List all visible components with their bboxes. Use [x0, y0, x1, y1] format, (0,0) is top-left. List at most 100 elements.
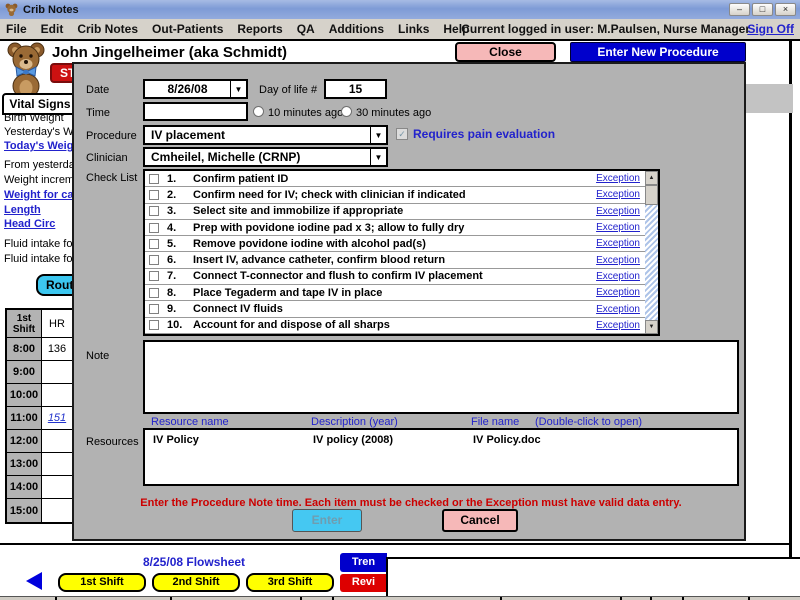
- checklist-checkbox[interactable]: [149, 271, 159, 282]
- exception-link[interactable]: Exception: [596, 189, 640, 200]
- menu-file[interactable]: File: [6, 22, 27, 36]
- teddy-bear-icon: [5, 3, 18, 16]
- previous-day-arrow-icon[interactable]: [26, 572, 42, 590]
- enter-button[interactable]: Enter: [292, 509, 362, 532]
- close-button[interactable]: Close: [455, 42, 556, 62]
- flowsheet-hr-cell[interactable]: [42, 430, 72, 453]
- table-row: 15:00: [7, 499, 72, 522]
- enter-new-procedure-button[interactable]: Enter New Procedure: [570, 42, 746, 62]
- sidebar-link-length[interactable]: Length: [4, 204, 41, 216]
- overlapping-panel: [386, 557, 800, 596]
- checklist-checkbox[interactable]: [149, 287, 159, 298]
- resource-row[interactable]: IV Policy IV policy (2008) IV Policy.doc: [145, 430, 737, 448]
- radio-30-label: 30 minutes ago: [356, 107, 432, 119]
- clinician-label: Clinician: [86, 152, 128, 164]
- exception-link[interactable]: Exception: [596, 320, 640, 331]
- review-button[interactable]: Revi: [340, 574, 387, 592]
- table-row: 10:00: [7, 384, 72, 407]
- menu-reports[interactable]: Reports: [237, 22, 282, 36]
- time-input[interactable]: [143, 102, 248, 121]
- checklist-checkbox[interactable]: [149, 189, 159, 200]
- flowsheet-hr-cell[interactable]: [42, 361, 72, 384]
- exception-link[interactable]: Exception: [596, 304, 640, 315]
- flowsheet-time-cell: 9:00: [7, 361, 42, 384]
- checklist-checkbox[interactable]: [149, 206, 159, 217]
- scroll-up-icon[interactable]: ▲: [645, 171, 658, 185]
- table-row: 11:00 151: [7, 407, 72, 430]
- lower-table-edge: [0, 596, 800, 600]
- minimize-button-icon[interactable]: –: [729, 3, 750, 16]
- clinician-dropdown[interactable]: Cmheilel, Michelle (CRNP) ▼: [143, 147, 388, 167]
- checklist-row: 8. Place Tegaderm and tape IV in place E…: [145, 285, 658, 302]
- scrollbar-thumb[interactable]: [645, 185, 658, 205]
- checklist-row: 2. Confirm need for IV; check with clini…: [145, 187, 658, 204]
- radio-30-minutes-ago[interactable]: [341, 106, 352, 117]
- third-shift-button[interactable]: 3rd Shift: [246, 573, 334, 592]
- exception-link[interactable]: Exception: [596, 173, 640, 184]
- sidebar-link-head-circ[interactable]: Head Circ: [4, 218, 55, 230]
- exception-link[interactable]: Exception: [596, 287, 640, 298]
- checklist-scrollbar[interactable]: ▲ ▼: [645, 171, 658, 334]
- checklist-checkbox[interactable]: [149, 304, 159, 315]
- checklist-item-text: Select site and immobilize if appropriat…: [193, 205, 404, 218]
- maximize-button-icon[interactable]: □: [752, 3, 773, 16]
- checklist-row: 7. Connect T-connector and flush to conf…: [145, 269, 658, 286]
- menu-additions[interactable]: Additions: [329, 22, 384, 36]
- exception-link[interactable]: Exception: [596, 206, 640, 217]
- flowsheet-hr-cell[interactable]: [42, 499, 72, 522]
- checklist-checkbox[interactable]: [149, 238, 159, 249]
- checklist-item-text: Confirm need for IV; check with clinicia…: [193, 188, 466, 201]
- checklist-item-text: Place Tegaderm and tape IV in place: [193, 286, 383, 299]
- resource-file-header: File name: [471, 416, 520, 428]
- menu-qa[interactable]: QA: [297, 22, 315, 36]
- chevron-down-icon: ▼: [370, 149, 386, 165]
- menu-out-patients[interactable]: Out-Patients: [152, 22, 223, 36]
- flowsheet-time-cell: 12:00: [7, 430, 42, 453]
- flowsheet-time-cell: 8:00: [7, 338, 42, 361]
- close-window-button-icon[interactable]: ×: [775, 3, 796, 16]
- checklist-checkbox[interactable]: [149, 222, 159, 233]
- sign-off-link[interactable]: Sign Off: [747, 22, 794, 36]
- radio-10-minutes-ago[interactable]: [253, 106, 264, 117]
- date-value: 8/26/08: [167, 82, 208, 96]
- flowsheet-date-title: 8/25/08 Flowsheet: [143, 555, 246, 569]
- teddy-bear-logo: [7, 42, 45, 99]
- checklist-checkbox[interactable]: [149, 255, 159, 266]
- exception-link[interactable]: Exception: [596, 271, 640, 282]
- date-combobox[interactable]: 8/26/08 ▼: [143, 79, 248, 99]
- cancel-button[interactable]: Cancel: [442, 509, 518, 532]
- footer-divider: [0, 543, 791, 545]
- flowsheet-hr-cell[interactable]: [42, 476, 72, 499]
- flowsheet-hr-cell[interactable]: [42, 384, 72, 407]
- flowsheet-time-cell: 15:00: [7, 499, 42, 522]
- exception-link[interactable]: Exception: [596, 238, 640, 249]
- checklist-item-number: 9.: [167, 303, 177, 316]
- table-row: 8:00 136: [7, 338, 72, 361]
- flowsheet-hr-cell-link[interactable]: 151: [42, 407, 72, 430]
- scrollbar-track[interactable]: [645, 185, 658, 320]
- first-shift-button[interactable]: 1st Shift: [58, 573, 146, 592]
- flowsheet-hr-cell[interactable]: [42, 453, 72, 476]
- menu-edit[interactable]: Edit: [41, 22, 64, 36]
- checklist-item-text: Insert IV, advance catheter, confirm blo…: [193, 254, 446, 267]
- date-label: Date: [86, 84, 110, 96]
- checklist-checkbox[interactable]: [149, 173, 159, 184]
- exception-link[interactable]: Exception: [596, 222, 640, 233]
- trend-button[interactable]: Tren: [340, 553, 387, 572]
- flowsheet-hr-cell[interactable]: 136: [42, 338, 72, 361]
- scroll-down-icon[interactable]: ▼: [645, 320, 658, 334]
- flowsheet-header-hr: HR: [42, 310, 72, 338]
- exception-link[interactable]: Exception: [596, 255, 640, 266]
- menu-links[interactable]: Links: [398, 22, 429, 36]
- menu-crib-notes[interactable]: Crib Notes: [77, 22, 138, 36]
- checklist-item-number: 6.: [167, 254, 177, 267]
- note-textarea[interactable]: [143, 340, 739, 414]
- checklist-checkbox[interactable]: [149, 320, 159, 331]
- second-shift-button[interactable]: 2nd Shift: [152, 573, 240, 592]
- tab-vital-signs[interactable]: Vital Signs: [2, 93, 78, 115]
- background-panel-fragment: [746, 84, 793, 113]
- procedure-dropdown[interactable]: IV placement ▼: [143, 125, 388, 145]
- note-label: Note: [86, 350, 110, 362]
- sidebar-link-weight-for-calc[interactable]: Weight for calc: [4, 189, 83, 201]
- day-of-life-field[interactable]: 15: [324, 79, 387, 99]
